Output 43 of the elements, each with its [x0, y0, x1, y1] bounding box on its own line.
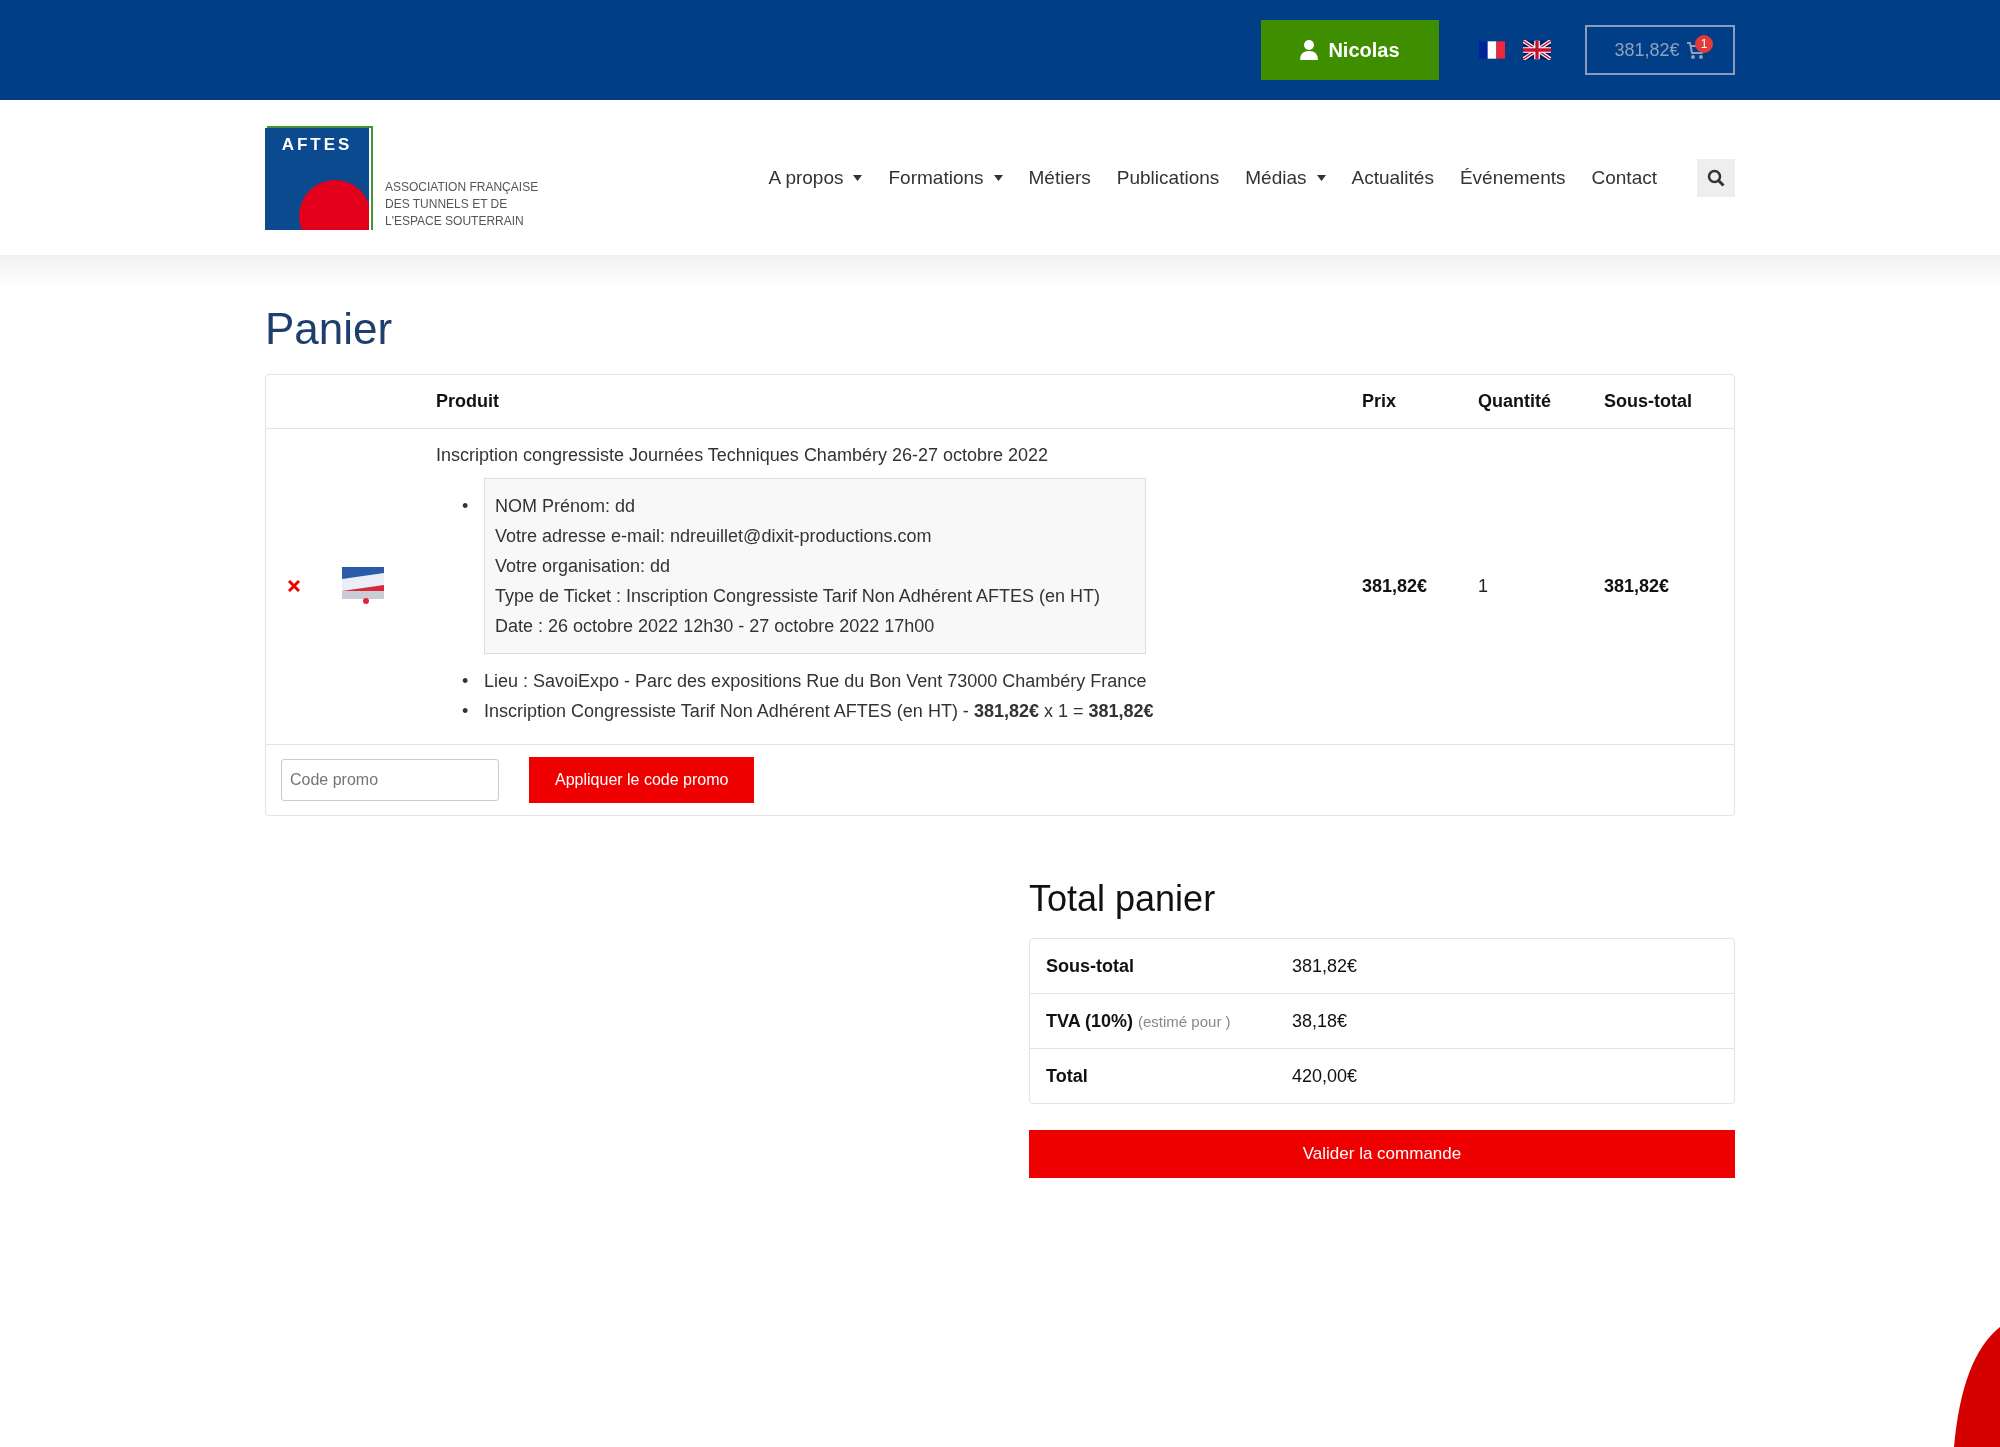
column-header: Produit — [436, 391, 499, 411]
logo-tagline: ASSOCIATION FRANÇAISE DES TUNNELS ET DE L'ESPACE SOUTERRAIN — [385, 178, 539, 230]
nav-link[interactable]: A propos — [768, 166, 863, 189]
subtotal-cell: 381,82€ — [1604, 576, 1670, 596]
nav-link[interactable]: Publications — [1116, 166, 1220, 189]
cart-button[interactable]: 381,82€ 1 — [1585, 25, 1735, 75]
nav-link[interactable]: Événements — [1459, 166, 1566, 189]
cart-count-badge: 1 — [1695, 35, 1713, 53]
detail-line: NOM Prénom: dd — [495, 495, 637, 518]
page-title: Panier — [265, 304, 394, 354]
column-header: Prix — [1362, 391, 1397, 411]
detail-line: Votre organisation: dd — [495, 555, 672, 578]
nav-link[interactable]: Contact — [1591, 166, 1657, 189]
checkout-button[interactable]: Valider la commande — [1029, 1130, 1735, 1178]
item-meta: Inscription Congressiste Tarif Non Adhérent AFTES (en HT) - 381,82€ x 1 = 381,82€ — [484, 700, 1154, 723]
detail-line: Type de Ticket : Inscription Congressiste Tarif Non Adhérent AFTES (en HT) — [495, 585, 1101, 608]
column-header: Sous-total — [1604, 391, 1692, 411]
totals-label: Total — [1046, 1065, 1088, 1086]
user-button[interactable]: Nicolas — [1261, 20, 1439, 80]
promo-code-field[interactable]: Code promo — [281, 759, 499, 801]
nav-link[interactable]: Métiers — [1028, 166, 1091, 189]
logo-wordmark: AFTES — [281, 134, 353, 154]
product-name[interactable]: Inscription congressiste Journées Techniques Chambéry 26-27 octobre 2022 — [436, 445, 1362, 466]
bullet: • — [462, 495, 470, 518]
nav-link[interactable]: Actualités — [1351, 166, 1434, 189]
bullet: • — [462, 670, 470, 693]
price-cell: 381,82€ — [1362, 576, 1428, 596]
apply-promo-button[interactable]: Appliquer le code promo — [529, 757, 755, 803]
totals-title: Total panier — [1029, 878, 1217, 920]
detail-line: Date : 26 octobre 2022 12h30 - 27 octobre 2022 17h00 — [495, 615, 936, 638]
nav-link[interactable]: Médias — [1245, 166, 1326, 189]
totals-label: Sous-total — [1046, 955, 1134, 976]
item-meta: Lieu : SavoiExpo - Parc des expositions Rue du Bon Vent 73000 Chambéry France — [484, 670, 1147, 693]
totals-value: 381,82€ — [1292, 955, 1358, 976]
detail-line: Votre adresse e-mail: ndreuillet@dixit-productions.com — [495, 525, 933, 548]
totals-label: TVA (10%) — [1046, 1010, 1133, 1031]
bullet: • — [462, 700, 470, 723]
totals-note: (estimé pour ) — [1138, 1012, 1231, 1030]
column-header: Quantité — [1478, 391, 1551, 411]
totals-value: 420,00€ — [1292, 1065, 1358, 1086]
totals-value: 38,18€ — [1292, 1010, 1348, 1031]
quantity-cell: 1 — [1478, 576, 1488, 596]
nav-link[interactable]: Formations — [888, 166, 1003, 189]
